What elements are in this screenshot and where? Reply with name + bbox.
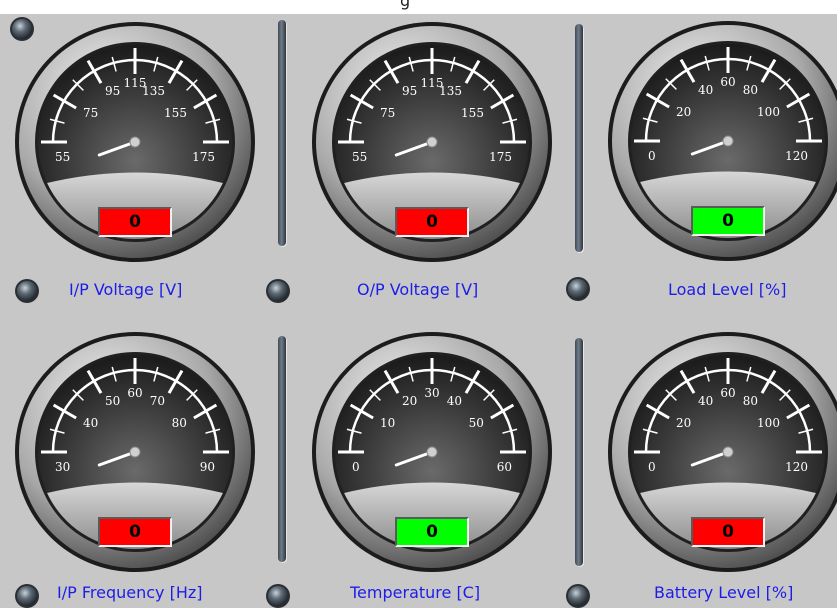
- column-divider: [575, 338, 583, 566]
- gauge-pivot: [722, 446, 734, 458]
- status-led-op-voltage[interactable]: [265, 278, 291, 304]
- gauge-tick-label: 100: [757, 416, 780, 430]
- gauge-tick-label: 80: [743, 83, 758, 97]
- gauge-pivot: [426, 446, 438, 458]
- gauge-tick-label: 135: [439, 84, 462, 98]
- status-led-battery-level[interactable]: [565, 583, 591, 609]
- gauge-tick-label: 50: [105, 394, 120, 408]
- column-divider: [278, 20, 286, 246]
- ip-frequency-caption: I/P Frequency [Hz]: [57, 583, 203, 602]
- gauge-tick-label: 80: [743, 394, 758, 408]
- temperature-caption: Temperature [C]: [350, 583, 481, 602]
- gauge-tick-label: 20: [402, 394, 417, 408]
- load-level-caption: Load Level [%]: [668, 280, 787, 299]
- gauge-tick-label: 60: [127, 386, 142, 400]
- gauge-tick-label: 135: [142, 84, 165, 98]
- gauge-tick-label: 120: [785, 149, 808, 163]
- battery-level-caption: Battery Level [%]: [654, 583, 794, 602]
- ip-frequency-gauge: 30 40 50 60 70 80 90 0: [15, 332, 255, 572]
- ip-voltage-caption: I/P Voltage [V]: [69, 280, 183, 299]
- gauge-tick-label: 95: [105, 84, 120, 98]
- ip-voltage-readout: 0: [98, 207, 172, 237]
- ip-voltage-gauge: 55 75 95 115 135 155 175 0: [15, 22, 255, 262]
- temperature-gauge: 0 10 20 30 40 50 60 0: [312, 332, 552, 572]
- gauge-tick-label: 55: [352, 150, 367, 164]
- status-led-load-level[interactable]: [565, 276, 591, 302]
- gauge-tick-label: 30: [424, 386, 439, 400]
- gauge-tick-label: 100: [757, 105, 780, 119]
- gauge-tick-label: 120: [785, 460, 808, 474]
- gauge-pivot: [426, 136, 438, 148]
- gauge-tick-label: 55: [55, 150, 70, 164]
- gauge-tick-label: 20: [676, 105, 691, 119]
- gauge-pivot: [129, 136, 141, 148]
- gauge-tick-label: 20: [676, 416, 691, 430]
- gauge-tick-label: 40: [447, 394, 462, 408]
- column-divider: [278, 336, 286, 562]
- op-voltage-readout: 0: [395, 207, 469, 237]
- gauge-pivot: [722, 135, 734, 147]
- gauge-tick-label: 95: [402, 84, 417, 98]
- load-level-gauge: 0 20 40 60 80 100 120 0: [608, 21, 837, 261]
- gauge-tick-label: 60: [720, 75, 735, 89]
- gauge-tick-label: 70: [150, 394, 165, 408]
- status-led-ip-voltage[interactable]: [14, 278, 40, 304]
- gauge-pivot: [129, 446, 141, 458]
- status-led-temperature[interactable]: [265, 583, 291, 609]
- gauge-tick-label: 80: [172, 416, 187, 430]
- gauge-tick-label: 60: [720, 386, 735, 400]
- gauge-tick-label: 50: [469, 416, 484, 430]
- gauge-tick-label: 0: [648, 149, 656, 163]
- temperature-readout: 0: [395, 517, 469, 547]
- gauge-tick-label: 0: [648, 460, 656, 474]
- battery-level-readout: 0: [691, 517, 765, 547]
- battery-level-gauge: 0 20 40 60 80 100 120 0: [608, 332, 837, 572]
- header-title: g: [400, 0, 411, 10]
- gauge-tick-label: 60: [497, 460, 512, 474]
- gauge-tick-label: 30: [55, 460, 70, 474]
- gauge-tick-label: 175: [489, 150, 512, 164]
- gauge-tick-label: 75: [83, 106, 98, 120]
- window-header-strip: g: [0, 0, 837, 14]
- status-led-ip-frequency[interactable]: [14, 583, 40, 609]
- ups-monitor-panel: g 55 75 95 115 135 155 175 0 55 75 95 115 135 155 17…: [0, 0, 837, 608]
- gauge-tick-label: 0: [352, 460, 360, 474]
- gauge-tick-label: 40: [698, 394, 713, 408]
- gauge-tick-label: 40: [83, 416, 98, 430]
- gauge-tick-label: 75: [380, 106, 395, 120]
- op-voltage-caption: O/P Voltage [V]: [357, 280, 479, 299]
- gauge-tick-label: 175: [192, 150, 215, 164]
- load-level-readout: 0: [691, 206, 765, 236]
- gauge-tick-label: 40: [698, 83, 713, 97]
- gauge-tick-label: 155: [461, 106, 484, 120]
- gauge-tick-label: 10: [380, 416, 395, 430]
- gauge-tick-label: 155: [164, 106, 187, 120]
- column-divider: [575, 24, 583, 252]
- gauge-tick-label: 90: [200, 460, 215, 474]
- ip-frequency-readout: 0: [98, 517, 172, 547]
- op-voltage-gauge: 55 75 95 115 135 155 175 0: [312, 22, 552, 262]
